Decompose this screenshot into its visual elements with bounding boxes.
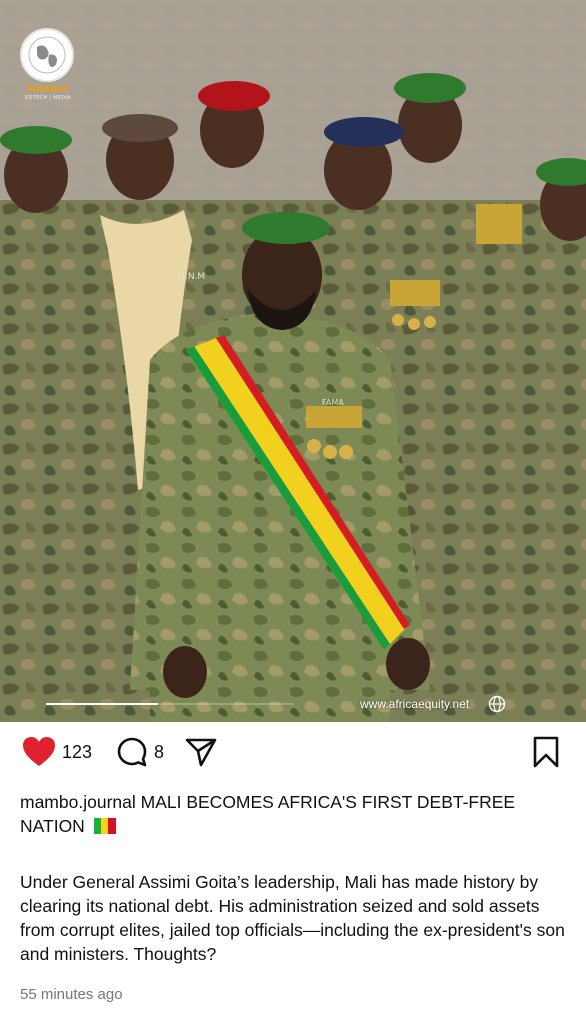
bookmark-icon xyxy=(533,736,559,768)
post-caption: mambo.journal MALI BECOMES AFRICA'S FIRS… xyxy=(20,790,560,838)
group-photo-illustration xyxy=(0,0,586,722)
like-count: 123 xyxy=(62,741,93,762)
save-button[interactable] xyxy=(532,736,560,768)
comment-icon xyxy=(117,737,147,767)
post-body-text: Under General Assimi Goita’s leadership,… xyxy=(20,872,565,964)
share-button[interactable] xyxy=(184,736,218,768)
username-link[interactable]: mambo.journal xyxy=(20,792,136,812)
mambo-logo: MAMBO EDTECH | MEDIA xyxy=(20,28,76,104)
carousel-progress-fill xyxy=(46,703,158,705)
carousel-progress xyxy=(46,703,294,705)
watermark-text: www.africaequity.net xyxy=(360,697,470,711)
post-timestamp: 55 minutes ago xyxy=(20,986,123,1003)
globe-icon xyxy=(488,695,506,718)
post-actions: 123 8 xyxy=(0,722,586,786)
send-icon xyxy=(185,738,217,767)
comment-button[interactable]: 8 xyxy=(116,736,164,768)
globe-icon xyxy=(20,28,74,82)
logo-subtitle: EDTECH | MEDIA xyxy=(25,95,71,101)
like-button[interactable]: 123 xyxy=(22,736,92,768)
comment-count: 8 xyxy=(154,741,165,762)
logo-brand: MAMBO xyxy=(27,85,69,95)
mali-flag-icon xyxy=(93,816,116,834)
uniform-label-gnm: G.N.M xyxy=(178,272,206,282)
uniform-label-fama: FAMA xyxy=(322,398,344,407)
heart-icon xyxy=(23,737,55,766)
post-image[interactable]: MAMBO EDTECH | MEDIA G.N.M FAMA www.afri… xyxy=(0,0,586,722)
